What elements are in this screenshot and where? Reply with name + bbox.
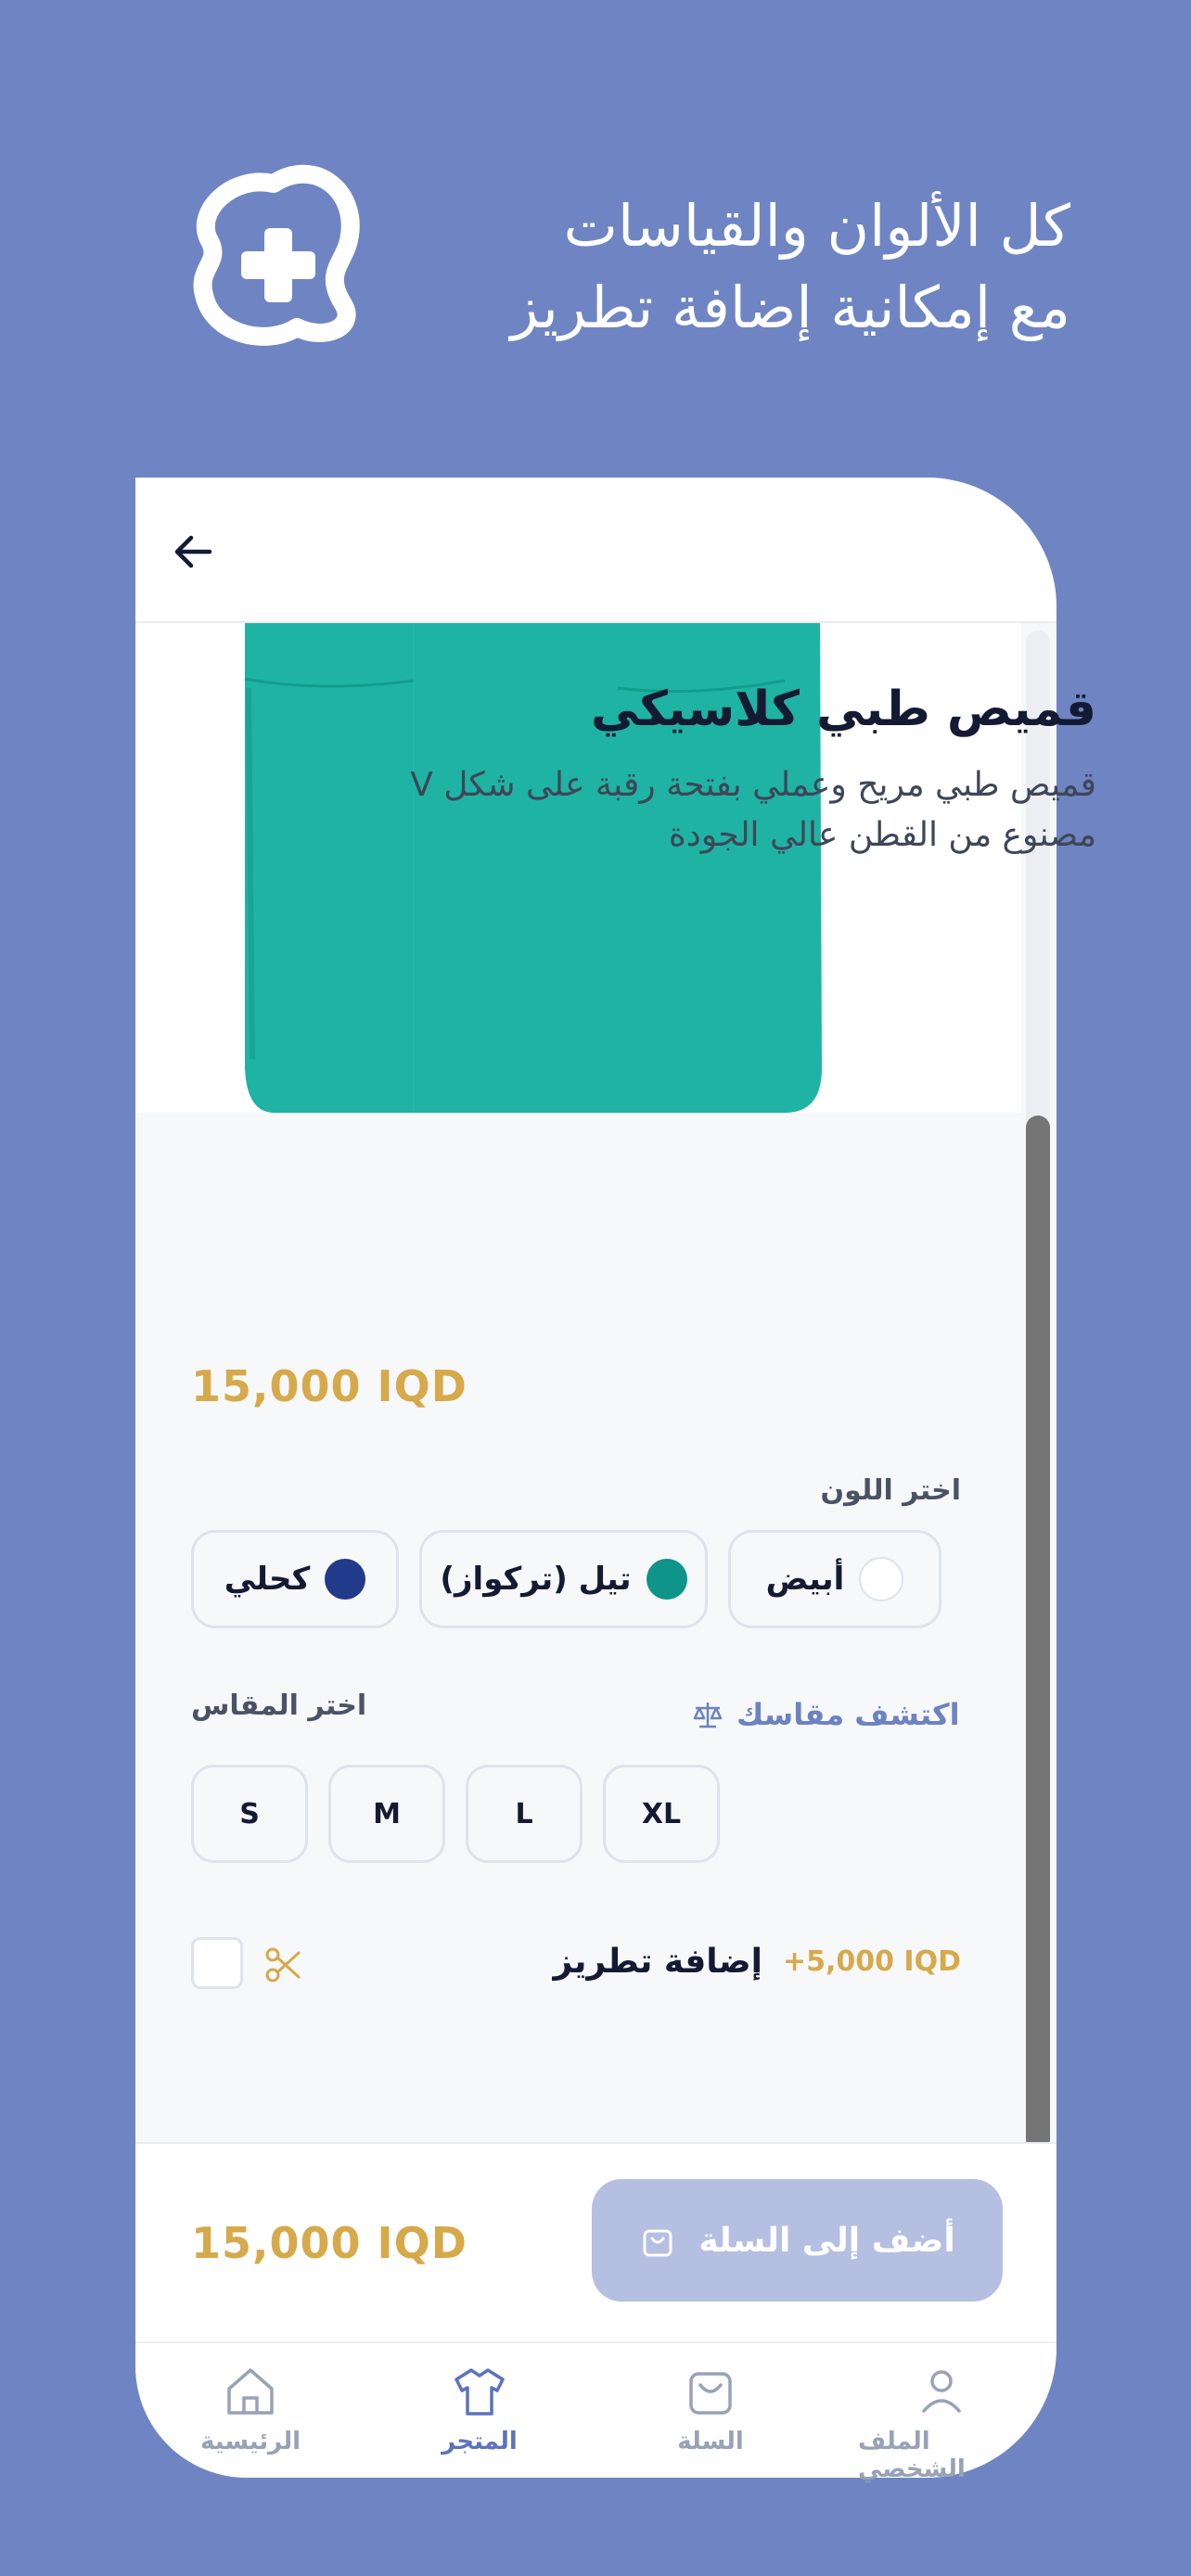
- scissors-icon: [265, 1947, 301, 1983]
- add-to-cart-label: أضف إلى السلة: [698, 2221, 955, 2260]
- nav-item-profile[interactable]: الملف الشخصي: [858, 2363, 1025, 2483]
- size-option-l[interactable]: L: [466, 1765, 583, 1863]
- shirt-icon: [455, 2368, 505, 2416]
- nav-item-label: السلة: [677, 2428, 744, 2455]
- top-bar: [135, 478, 1057, 623]
- shopping-bag-icon: [643, 2229, 672, 2257]
- medical-plus-badge-icon: [193, 164, 360, 346]
- size-guide-link[interactable]: اكتشف مقاسك: [692, 1697, 960, 1732]
- nav-item-label: الملف الشخصي: [858, 2428, 966, 2483]
- home-icon: [227, 2368, 274, 2415]
- back-arrow-icon[interactable]: [167, 526, 219, 578]
- embroidery-price: +5,000 IQD: [782, 1945, 961, 1978]
- product-title: قميص طبي كلاسيكي: [590, 682, 1096, 737]
- nav-item-store[interactable]: المتجر: [396, 2363, 563, 2455]
- size-guide-label: اكتشف مقاسك: [736, 1697, 960, 1732]
- color-section-label: اختر اللون: [820, 1474, 961, 1507]
- size-option-s[interactable]: S: [191, 1765, 308, 1863]
- color-swatch-navy: [325, 1559, 366, 1600]
- total-price: 15,000 IQD: [191, 2218, 467, 2268]
- scrollbar-thumb[interactable]: [1026, 1116, 1050, 2151]
- color-option-label: كحلي: [224, 1561, 311, 1598]
- color-option-white[interactable]: أبيض: [728, 1530, 941, 1628]
- embroidery-row: +5,000 IQD إضافة تطريز: [553, 1943, 961, 1981]
- nav-item-label: الرئيسية: [199, 2428, 301, 2455]
- nav-item-label: المتجر: [442, 2428, 518, 2455]
- bag-icon: [689, 2372, 732, 2415]
- color-option-teal[interactable]: تيل (تركواز): [419, 1530, 708, 1628]
- color-option-label: تيل (تركواز): [440, 1561, 632, 1598]
- color-swatch-white: [859, 1557, 904, 1601]
- product-price: 15,000 IQD: [191, 1361, 467, 1411]
- nav-item-home[interactable]: الرئيسية: [167, 2363, 334, 2455]
- promo-headline-line1: كل الألوان والقياسات: [563, 192, 1070, 260]
- product-description: قميص طبي مريح وعملي بفتحة رقبة على شكل V…: [410, 766, 1096, 854]
- size-section-label: اختر المقاس: [191, 1690, 367, 1722]
- embroidery-checkbox[interactable]: [191, 1937, 243, 1989]
- promo-headline: كل الألوان والقياسات مع إمكانية إضافة تط…: [365, 185, 1070, 349]
- promo-headline-line2: مع إمكانية إضافة تطريز: [510, 274, 1070, 341]
- embroidery-label: إضافة تطريز: [553, 1943, 762, 1981]
- color-option-navy[interactable]: كحلي: [191, 1530, 399, 1628]
- size-option-xl[interactable]: XL: [603, 1765, 720, 1863]
- color-swatch-teal: [646, 1559, 687, 1600]
- user-icon: [922, 2370, 961, 2413]
- nav-item-cart[interactable]: السلة: [627, 2363, 794, 2455]
- size-option-m[interactable]: M: [328, 1765, 445, 1863]
- add-to-cart-button[interactable]: أضف إلى السلة: [592, 2179, 1003, 2302]
- scale-icon: [693, 1702, 723, 1728]
- color-option-label: أبيض: [765, 1561, 845, 1598]
